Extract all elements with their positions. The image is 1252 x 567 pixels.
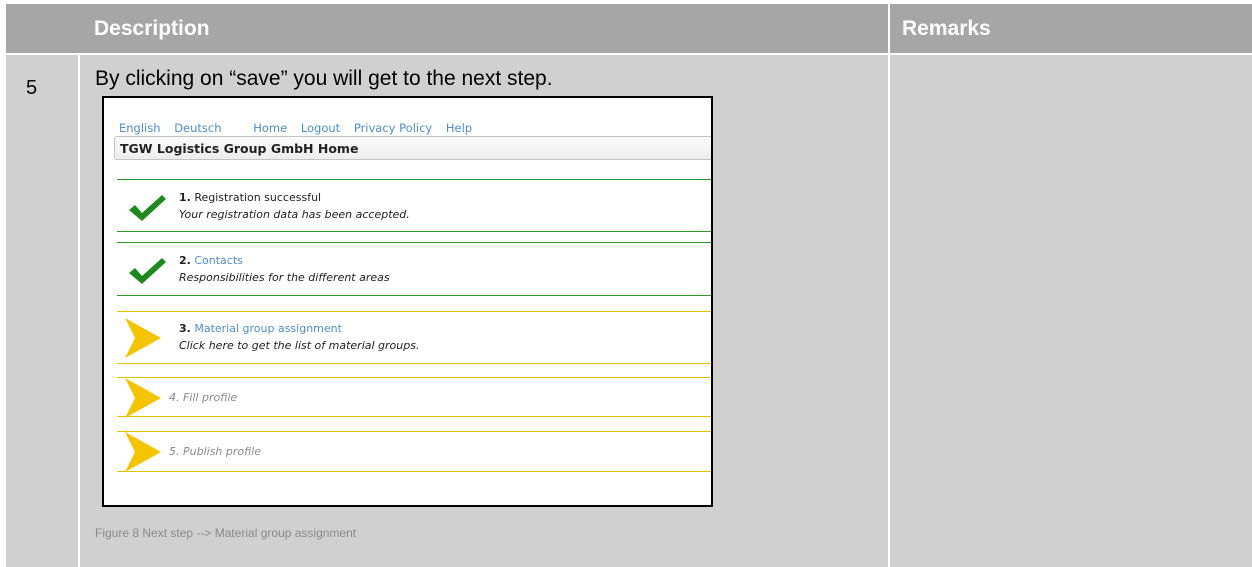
column-divider (888, 55, 890, 567)
step-4: 4. Fill profile (117, 377, 711, 418)
step-5-label: 5. Publish profile (169, 445, 262, 458)
step-1-label: Registration successful (194, 191, 322, 204)
step-2[interactable]: 2. Contacts Responsibilities for the dif… (117, 242, 711, 296)
nav-home-link[interactable]: Home (253, 121, 287, 135)
step-3[interactable]: 3. Material group assignment Click here … (117, 311, 711, 364)
arrow-right-icon (125, 378, 161, 418)
step-3-subtitle: Click here to get the list of material g… (179, 339, 420, 352)
column-divider (78, 55, 80, 567)
contacts-link[interactable]: Contacts (194, 254, 243, 267)
description-header: Description (94, 16, 210, 40)
table-row: 5 By clicking on “save” you will get to … (6, 55, 1252, 567)
checkmark-icon (129, 258, 166, 284)
step-5: 5. Publish profile (117, 431, 711, 472)
column-divider (888, 4, 890, 53)
nav-logout-link[interactable]: Logout (301, 121, 340, 135)
arrow-right-icon (125, 318, 161, 358)
language-nav: English Deutsch Home Logout Privacy Poli… (119, 121, 482, 135)
nav-privacy-link[interactable]: Privacy Policy (354, 121, 432, 135)
nav-deutsch-link[interactable]: Deutsch (174, 121, 221, 135)
figure-caption: Figure 8 Next step --> Material group as… (95, 526, 357, 540)
page-title: TGW Logistics Group GmbH Home (114, 136, 711, 160)
table-header-row: Description Remarks (6, 4, 1252, 53)
checkmark-icon (129, 195, 166, 221)
step-1-number: 1. (179, 191, 191, 204)
step-4-label: 4. Fill profile (169, 391, 238, 404)
embedded-screenshot: English Deutsch Home Logout Privacy Poli… (102, 96, 713, 507)
step-2-subtitle: Responsibilities for the different areas (179, 271, 390, 284)
arrow-right-icon (125, 432, 161, 472)
step-2-number: 2. (179, 254, 191, 267)
step-description: By clicking on “save” you will get to th… (95, 67, 553, 90)
nav-help-link[interactable]: Help (446, 121, 472, 135)
remarks-header: Remarks (902, 16, 991, 40)
step-number: 5 (26, 77, 38, 99)
nav-english-link[interactable]: English (119, 121, 161, 135)
step-1-subtitle: Your registration data has been accepted… (179, 208, 410, 221)
material-group-link[interactable]: Material group assignment (194, 322, 342, 335)
step-3-number: 3. (179, 322, 191, 335)
step-1: 1. Registration successful Your registra… (117, 179, 711, 232)
